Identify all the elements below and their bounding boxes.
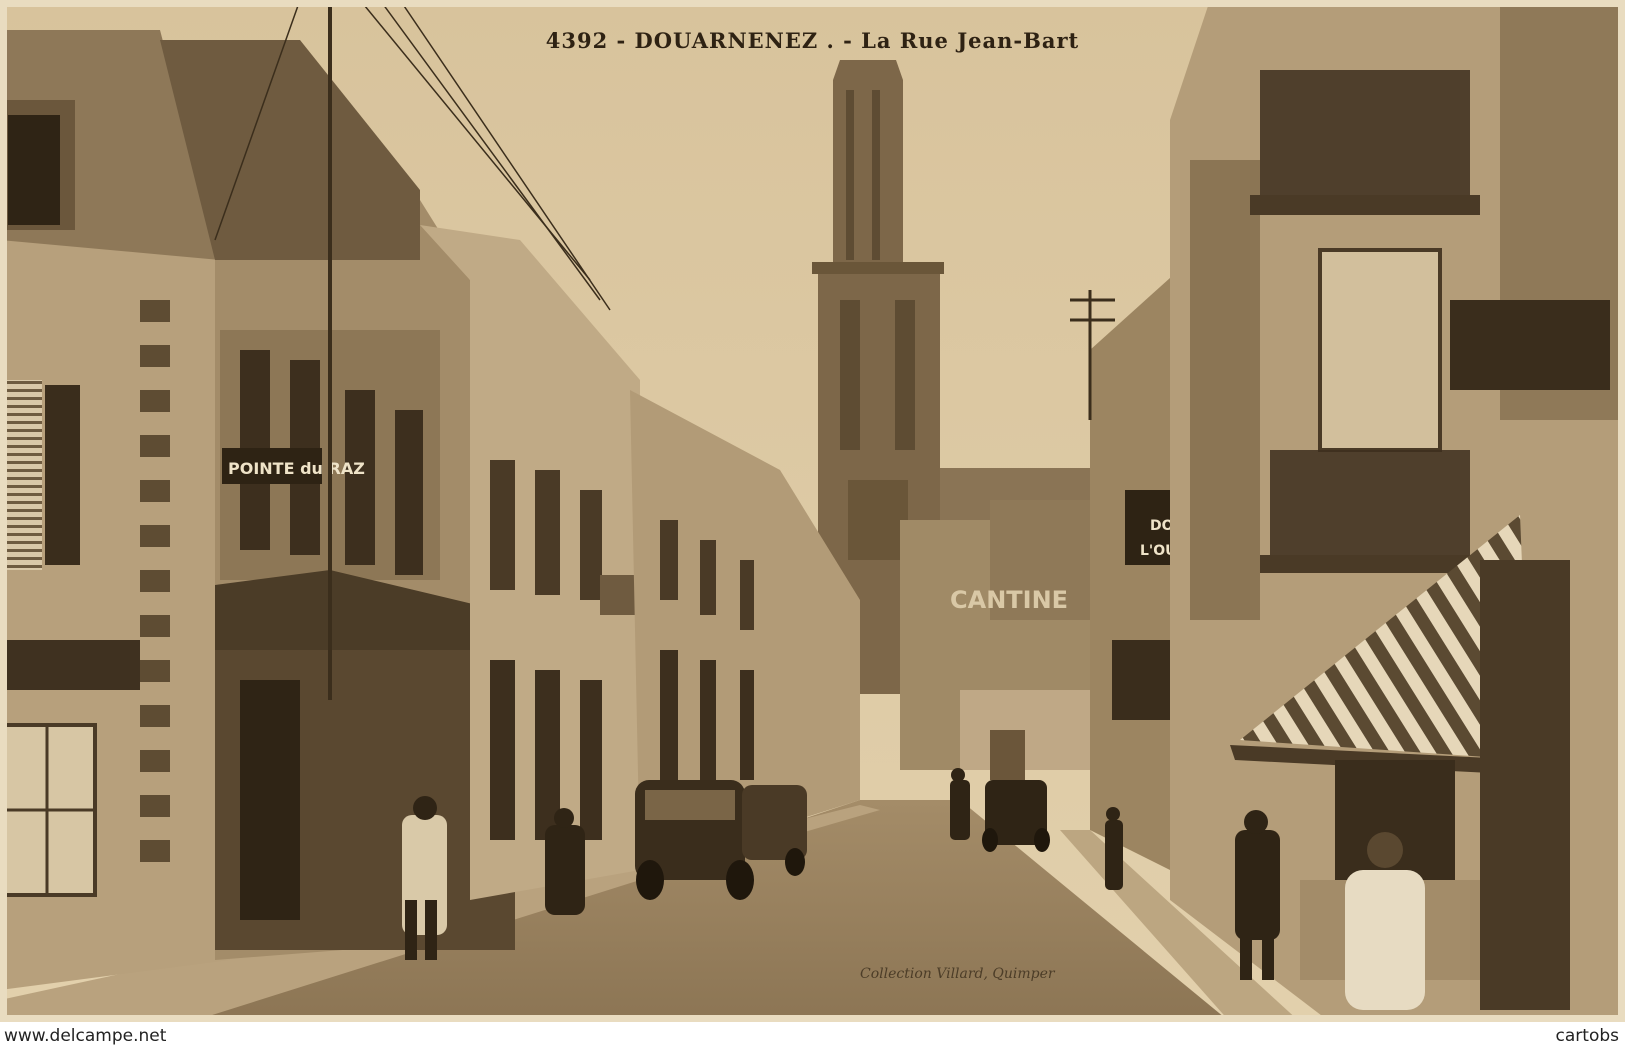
delcampe-watermark: www.delcampe.net [4,1026,167,1046]
street-name: La Rue Jean-Bart [861,28,1080,53]
caption-separator: . - [826,28,862,53]
postcard-number: 4392 [545,28,609,53]
town-name: DOUARNENEZ [634,28,819,53]
street-scene: CANTINE POINTE du RAZ [0,0,1625,1022]
postcard-caption: 4392 - DOUARNENEZ . - La Rue Jean-Bart [0,28,1625,53]
distant-buildings: CANTINE [900,500,1100,780]
svg-text:POINTE du RAZ: POINTE du RAZ [228,459,365,478]
caption-separator: - [616,28,635,53]
publisher-credit: Collection Villard, Quimper [860,966,1055,982]
right-buildings: DOCKS L'OUEST [1090,0,1625,1022]
vintage-car-right [982,780,1050,852]
postcard-photo: CANTINE POINTE du RAZ 4392 - DOUARNENEZ … [0,0,1625,1022]
svg-text:CANTINE: CANTINE [950,586,1068,614]
watermark-footer: www.delcampe.net cartobs [0,1022,1625,1053]
cartobs-watermark: cartobs [1555,1026,1619,1046]
